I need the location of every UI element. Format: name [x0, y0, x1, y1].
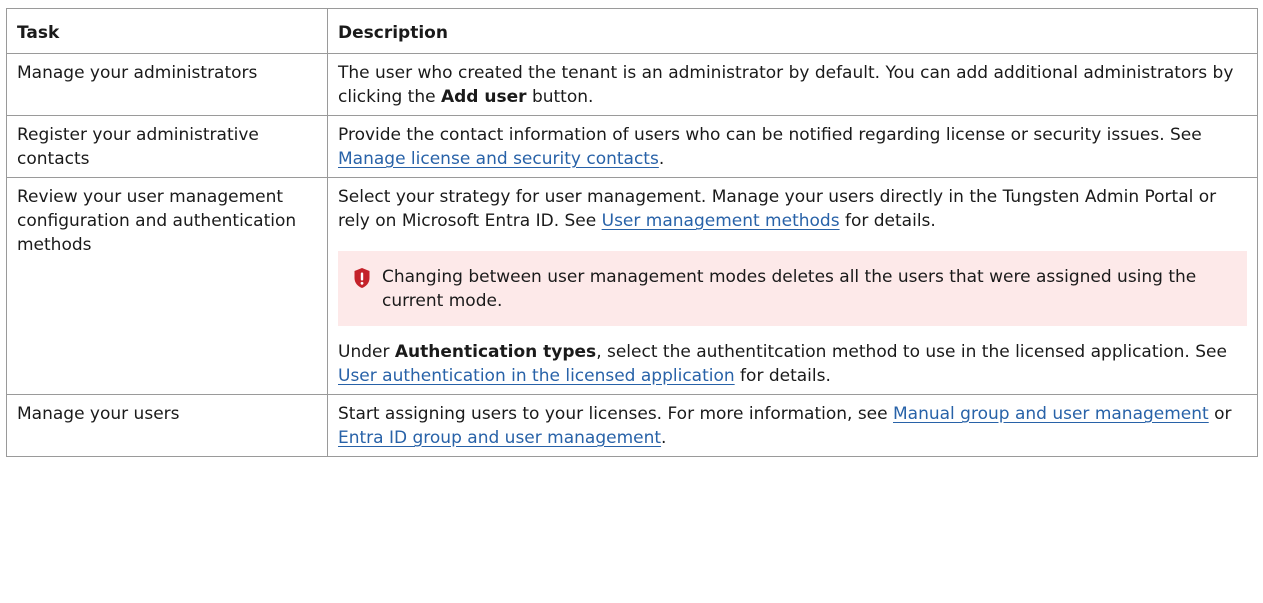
description-cell: Select your strategy for user management… [327, 177, 1258, 395]
link-user-management-methods[interactable]: User management methods [602, 211, 840, 231]
alert-text: Changing between user management modes d… [382, 267, 1197, 311]
description-text: , select the authentitcation method to u… [596, 342, 1227, 362]
description-text: for details. [839, 211, 936, 231]
description-text: Start assigning users to your licenses. … [338, 404, 893, 424]
description-cell: Start assigning users to your licenses. … [327, 394, 1258, 457]
link-user-authentication-in-licensed-application[interactable]: User authentication in the licensed appl… [338, 366, 735, 386]
table-row: Register your administrative contacts Pr… [6, 115, 1258, 178]
task-table: Task Description Manage your administrat… [6, 8, 1258, 457]
description-paragraph: Under Authentication types, select the a… [338, 340, 1247, 388]
description-cell: Provide the contact information of users… [327, 115, 1258, 178]
column-header-description: Description [327, 8, 1258, 54]
description-text: button. [526, 87, 594, 107]
ui-term: Add user [440, 87, 527, 107]
table-row: Manage your users Start assigning users … [6, 394, 1258, 457]
task-cell: Manage your administrators [6, 53, 328, 116]
table-row: Review your user management configuratio… [6, 177, 1258, 395]
description-text: . [661, 428, 667, 448]
exclamation-shield-icon [354, 268, 370, 288]
column-header-task: Task [6, 8, 328, 54]
table-row: Manage your administrators The user who … [6, 53, 1258, 116]
task-cell: Register your administrative contacts [6, 115, 328, 178]
link-manual-group-and-user-management[interactable]: Manual group and user management [893, 404, 1209, 424]
table-header-row: Task Description [6, 8, 1258, 54]
description-cell: The user who created the tenant is an ad… [327, 53, 1258, 116]
link-manage-license-and-security-contacts[interactable]: Manage license and security contacts [338, 149, 659, 169]
description-text: Under [338, 342, 395, 362]
description-text: for details. [734, 366, 831, 386]
warning-alert: Changing between user management modes d… [338, 251, 1247, 326]
link-entra-id-group-and-user-management[interactable]: Entra ID group and user management [338, 428, 661, 448]
ui-term: Authentication types [394, 342, 597, 362]
description-text: . [658, 149, 665, 169]
description-paragraph: Select your strategy for user management… [338, 185, 1247, 233]
task-cell: Manage your users [6, 394, 328, 457]
task-cell: Review your user management configuratio… [6, 177, 328, 395]
description-text: or [1208, 404, 1232, 424]
description-text: Provide the contact information of users… [338, 125, 1202, 145]
